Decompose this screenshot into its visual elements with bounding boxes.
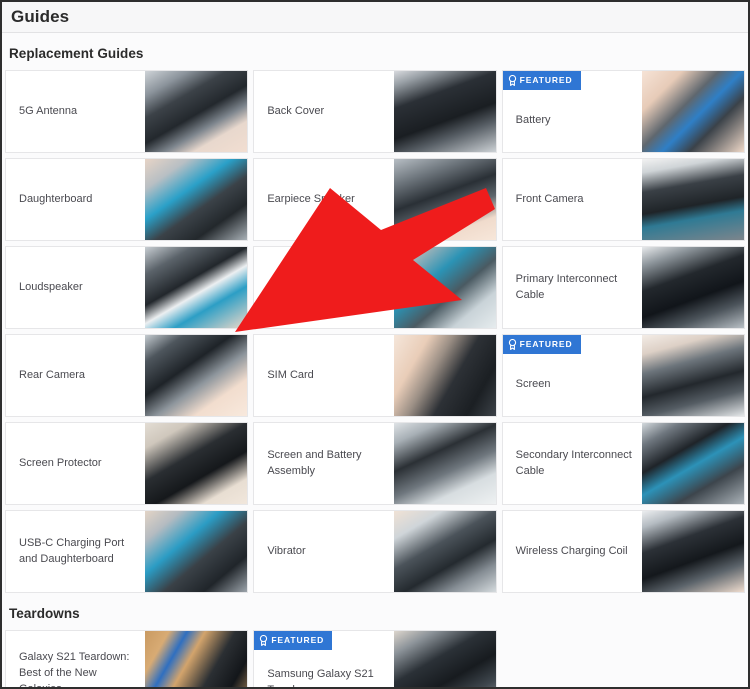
guide-card[interactable]: Primary Interconnect Cable (501, 246, 745, 329)
guide-thumbnail[interactable] (393, 335, 496, 416)
guide-card[interactable]: Loudspeaker (5, 246, 249, 329)
guide-card[interactable]: SIM Card (253, 334, 497, 417)
guide-card[interactable]: Galaxy S21 Teardown: Best of the New Gal… (5, 630, 249, 689)
guide-thumbnail[interactable] (393, 423, 496, 504)
guide-thumbnail[interactable] (145, 631, 248, 687)
guide-card-label: USB-C Charging Port and Daughterboard (19, 536, 125, 565)
section-title-teardowns: Teardowns (9, 606, 80, 621)
guide-thumbnail[interactable] (641, 511, 744, 592)
guide-card-label: Daughterboard (19, 192, 93, 205)
featured-badge: FEATURED (254, 631, 333, 650)
guide-card-label: SIM Card (267, 368, 314, 381)
guide-thumbnail[interactable] (393, 511, 496, 592)
guide-thumbnail[interactable] (145, 511, 248, 592)
award-ribbon-icon (508, 75, 516, 86)
guide-thumbnail[interactable] (145, 247, 248, 328)
guide-card[interactable]: Daughterboard (5, 158, 249, 241)
guide-card-label: Primary Interconnect Cable (515, 272, 618, 301)
guide-card[interactable]: Back Cover (253, 70, 497, 153)
featured-badge: FEATURED (502, 71, 581, 90)
guide-thumbnail[interactable] (641, 247, 744, 328)
guide-card-label: Rear Camera (19, 368, 86, 381)
guide-card-label: Galaxy S21 Teardown: Best of the New Gal… (19, 651, 130, 689)
guide-card-label: Screen and Battery Assembly (267, 448, 362, 477)
guide-thumbnail[interactable] (393, 247, 496, 328)
section-title-replacement-guides: Replacement Guides (9, 46, 144, 61)
guide-thumbnail[interactable] (145, 159, 248, 240)
guide-card-label: Wireless Charging Coil (515, 544, 628, 557)
guide-thumbnail[interactable] (641, 423, 744, 504)
guide-card[interactable]: Earpiece Speaker (253, 158, 497, 241)
guide-thumbnail[interactable] (393, 159, 496, 240)
guide-card[interactable]: FEATURED Battery (501, 70, 745, 153)
guide-card[interactable]: Secondary Interconnect Cable (501, 422, 745, 505)
guide-thumbnail[interactable] (393, 71, 496, 152)
guide-card[interactable]: Front Camera (501, 158, 745, 241)
featured-badge: FEATURED (502, 335, 581, 354)
guide-thumbnail[interactable] (393, 631, 496, 687)
teardowns-grid: Galaxy S21 Teardown: Best of the New Gal… (5, 630, 745, 689)
guide-card[interactable]: Rear Camera (5, 334, 249, 417)
guide-thumbnail[interactable] (641, 159, 744, 240)
guides-page: Guides Replacement Guides 5G Antenna Back… (0, 0, 750, 689)
page-header: Guides (2, 2, 748, 33)
guide-card[interactable]: Vibrator (253, 510, 497, 593)
guide-thumbnail[interactable] (641, 71, 744, 152)
award-ribbon-icon (508, 339, 516, 350)
guide-card-label: Front Camera (515, 192, 584, 205)
guide-card[interactable]: FEATUREDSamsung Galaxy S21 Teardown (253, 630, 497, 687)
guide-card-label: 5G Antenna (19, 104, 78, 117)
guide-card[interactable]: USB-C Charging Port and Daughterboard (5, 510, 249, 593)
guide-card-label: Earpiece Speaker (267, 192, 355, 205)
page-title: Guides (11, 7, 70, 26)
guide-thumbnail[interactable] (145, 423, 248, 504)
guide-card-label: Back Cover (267, 104, 325, 117)
guide-card[interactable]: 5G Antenna (5, 70, 249, 153)
featured-badge-label: FEATURED (271, 635, 325, 646)
guide-thumbnail[interactable] (145, 335, 248, 416)
guide-card-label: Secondary Interconnect Cable (515, 448, 632, 477)
guide-card[interactable]: Wireless Charging Coil (501, 510, 745, 593)
guide-card-label: M (267, 280, 277, 293)
replacement-guides-grid: 5G Antenna Back Cover FEATURED Battery Daugh… (5, 70, 745, 593)
featured-badge-label: FEATURED (519, 339, 573, 350)
featured-badge-label: FEATURED (519, 75, 573, 86)
guide-card[interactable]: Screen Protector (5, 422, 249, 505)
guide-thumbnail[interactable] (145, 71, 248, 152)
guide-card[interactable]: FEATURED Screen (501, 334, 745, 417)
guide-card-label: Loudspeaker (19, 280, 83, 293)
guide-card-label: Screen Protector (19, 456, 102, 469)
guide-card[interactable]: M (253, 246, 497, 329)
guides-content: Replacement Guides 5G Antenna Back Cover F… (2, 33, 748, 689)
award-ribbon-icon (260, 635, 268, 646)
guide-card-label: Vibrator (267, 544, 306, 557)
guide-thumbnail[interactable] (641, 335, 744, 416)
guide-card[interactable]: Screen and Battery Assembly (253, 422, 497, 505)
